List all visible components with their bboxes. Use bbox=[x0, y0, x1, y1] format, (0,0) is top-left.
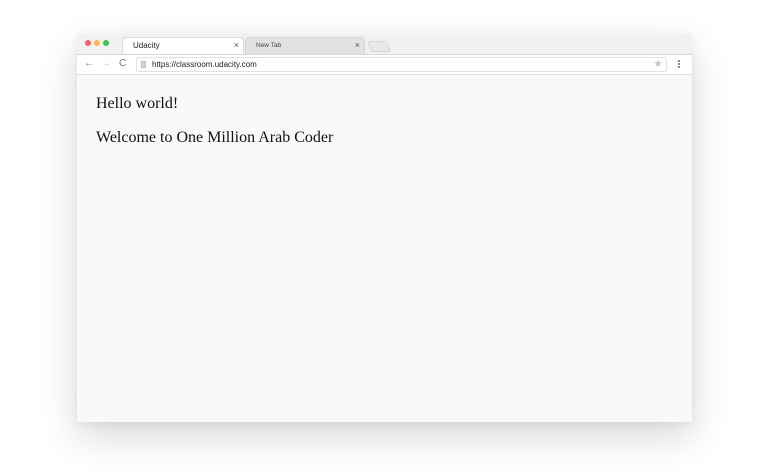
tab-title: New Tab bbox=[256, 42, 282, 49]
url-text[interactable]: https://classroom.udacity.com bbox=[152, 60, 257, 69]
maximize-window-icon[interactable] bbox=[103, 40, 109, 46]
browser-toolbar: ← → C https://classroom.udacity.com ★ bbox=[77, 54, 692, 75]
new-tab-button[interactable] bbox=[367, 41, 391, 52]
page-content: Hello world! Welcome to One Million Arab… bbox=[77, 75, 692, 422]
tab-new-tab[interactable]: New Tab × bbox=[245, 37, 365, 54]
reload-icon[interactable]: C bbox=[119, 57, 126, 71]
page-icon bbox=[141, 61, 146, 68]
bookmark-star-icon[interactable]: ★ bbox=[653, 58, 663, 71]
tab-strip: Udacity × New Tab × bbox=[77, 34, 692, 54]
welcome-text: Welcome to One Million Arab Coder bbox=[96, 129, 334, 146]
minimize-window-icon[interactable] bbox=[94, 40, 100, 46]
hello-world-text: Hello world! bbox=[96, 95, 179, 112]
menu-icon[interactable] bbox=[677, 60, 680, 69]
tab-title: Udacity bbox=[133, 41, 160, 50]
window-controls bbox=[85, 40, 112, 47]
address-bar[interactable]: https://classroom.udacity.com ★ bbox=[136, 57, 667, 72]
close-tab-icon[interactable]: × bbox=[355, 39, 360, 51]
close-tab-icon[interactable]: × bbox=[234, 39, 239, 51]
back-arrow-icon[interactable]: ← bbox=[84, 57, 94, 71]
forward-arrow-icon[interactable]: → bbox=[101, 57, 111, 71]
browser-window: Udacity × New Tab × ← → C https://classr… bbox=[77, 34, 692, 422]
tab-udacity[interactable]: Udacity × bbox=[122, 37, 244, 54]
close-window-icon[interactable] bbox=[85, 40, 91, 46]
